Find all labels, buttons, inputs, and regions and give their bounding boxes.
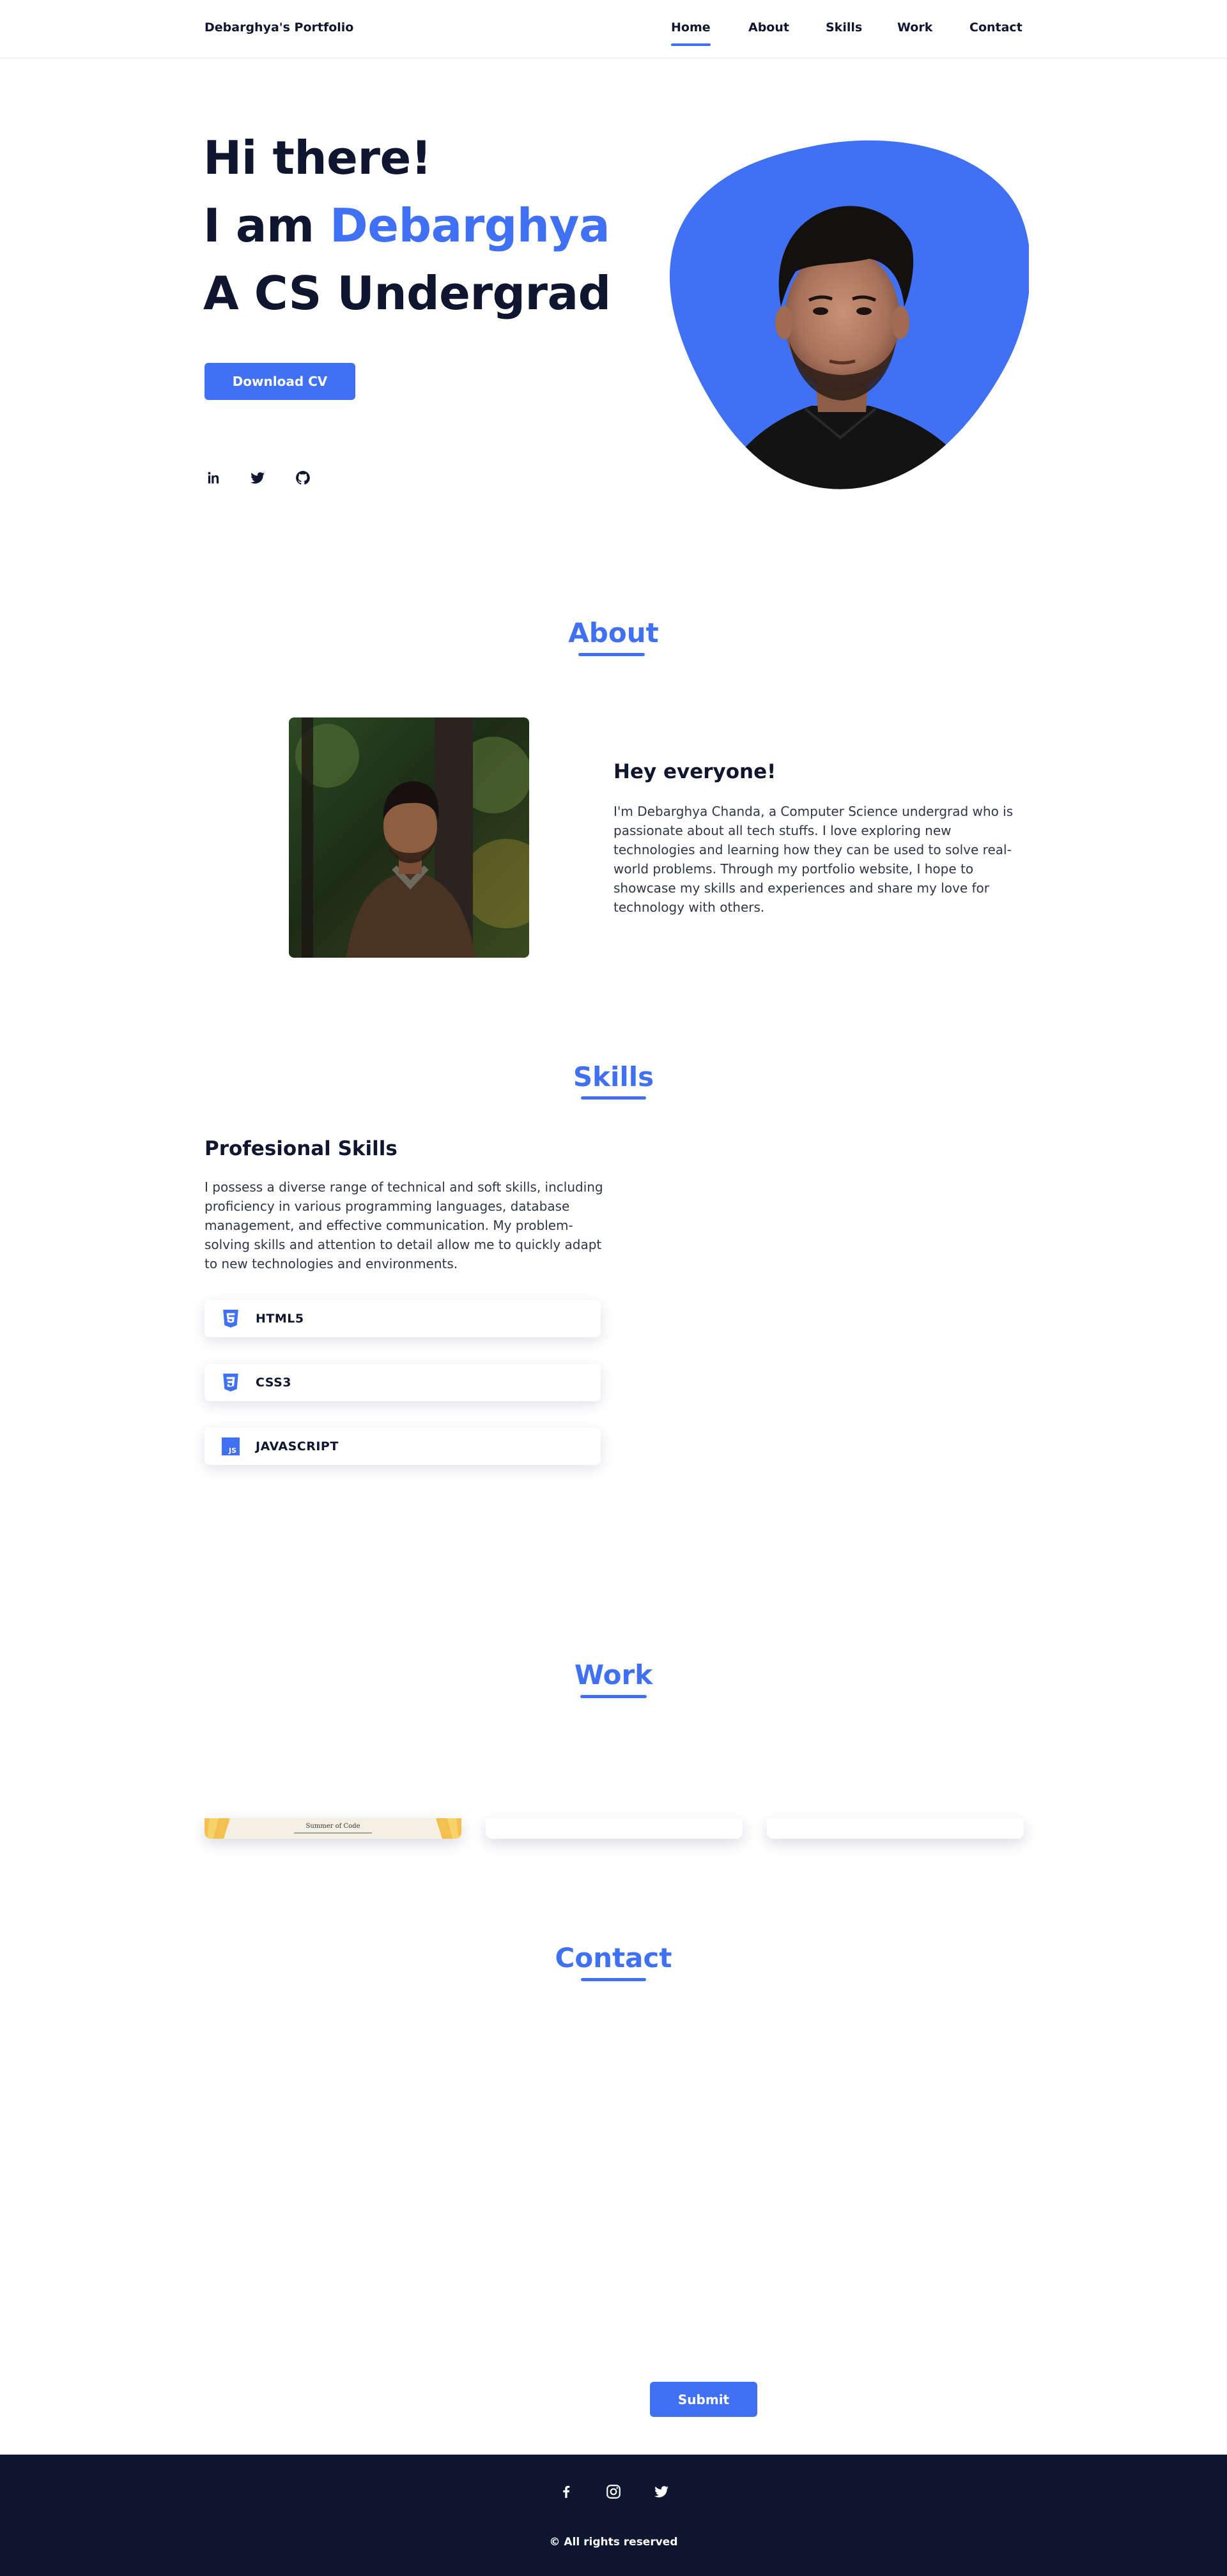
work-title-underline <box>580 1695 647 1698</box>
skill-label-css3: CSS3 <box>256 1376 292 1390</box>
nav-link-skills[interactable]: Skills <box>826 20 862 34</box>
linkedin-icon[interactable] <box>204 468 223 487</box>
footer-twitter-icon[interactable] <box>652 2482 671 2501</box>
nav-link-work[interactable]: Work <box>897 20 932 34</box>
twitter-icon[interactable] <box>248 468 267 487</box>
skill-card-css3: CSS3 <box>204 1364 601 1401</box>
nav-active-indicator <box>671 43 711 46</box>
about-title-underline <box>578 653 645 656</box>
submit-button[interactable]: Submit <box>650 2382 757 2417</box>
hero-tagline: A CS Undergrad <box>203 266 611 320</box>
work-section-title: Work <box>574 1659 653 1690</box>
site-footer <box>0 2455 1227 2576</box>
work-card-3[interactable] <box>767 1818 1024 1839</box>
work-card-1-thumbnail: Summer of Code <box>204 1818 461 1839</box>
about-paragraph: I'm Debarghya Chanda, a Computer Science… <box>614 804 1014 915</box>
brand-logo-text[interactable]: Debarghya's Portfolio <box>204 20 353 34</box>
hero-portrait-blob <box>669 140 1029 489</box>
html5-icon <box>221 1309 240 1328</box>
instagram-icon[interactable] <box>604 2482 623 2501</box>
skill-label-html5: HTML5 <box>256 1312 304 1326</box>
skill-card-html5: HTML5 <box>204 1300 601 1337</box>
nav-link-about[interactable]: About <box>748 20 789 34</box>
work-card-2[interactable] <box>486 1818 743 1839</box>
nav-link-contact[interactable]: Contact <box>969 20 1022 34</box>
hero-name: Debarghya <box>330 199 610 252</box>
hero-greeting: Hi there! <box>203 131 432 185</box>
javascript-icon: JS <box>221 1437 240 1456</box>
github-icon[interactable] <box>293 468 313 487</box>
css3-icon <box>221 1373 240 1392</box>
nav-link-home[interactable]: Home <box>671 20 711 34</box>
work-card-1-banner-title: Summer of Code <box>305 1823 360 1830</box>
skill-label-javascript: JAVASCRIPT <box>256 1439 339 1453</box>
skills-heading: Profesional Skills <box>204 1137 397 1160</box>
copyright-text: © All rights reserved <box>549 2536 678 2549</box>
contact-section-title: Contact <box>555 1942 672 1974</box>
skills-section-title: Skills <box>573 1061 654 1092</box>
skill-card-javascript: JS JAVASCRIPT <box>204 1428 601 1465</box>
site-header <box>0 0 1227 59</box>
download-cv-button[interactable]: Download CV <box>204 363 355 400</box>
hero-intro: I am Debarghya <box>203 199 610 252</box>
skills-title-underline <box>581 1096 646 1100</box>
hero-intro-prefix: I am <box>203 199 330 252</box>
about-photo <box>289 717 529 958</box>
about-section-title: About <box>568 617 659 648</box>
contact-title-underline <box>581 1978 646 1981</box>
facebook-icon[interactable] <box>557 2482 576 2501</box>
skills-paragraph: I possess a diverse range of technical a… <box>204 1179 603 1271</box>
work-card-1[interactable]: Summer of Code <box>204 1818 461 1839</box>
svg-text:JS: JS <box>228 1446 236 1455</box>
about-heading: Hey everyone! <box>614 760 776 783</box>
